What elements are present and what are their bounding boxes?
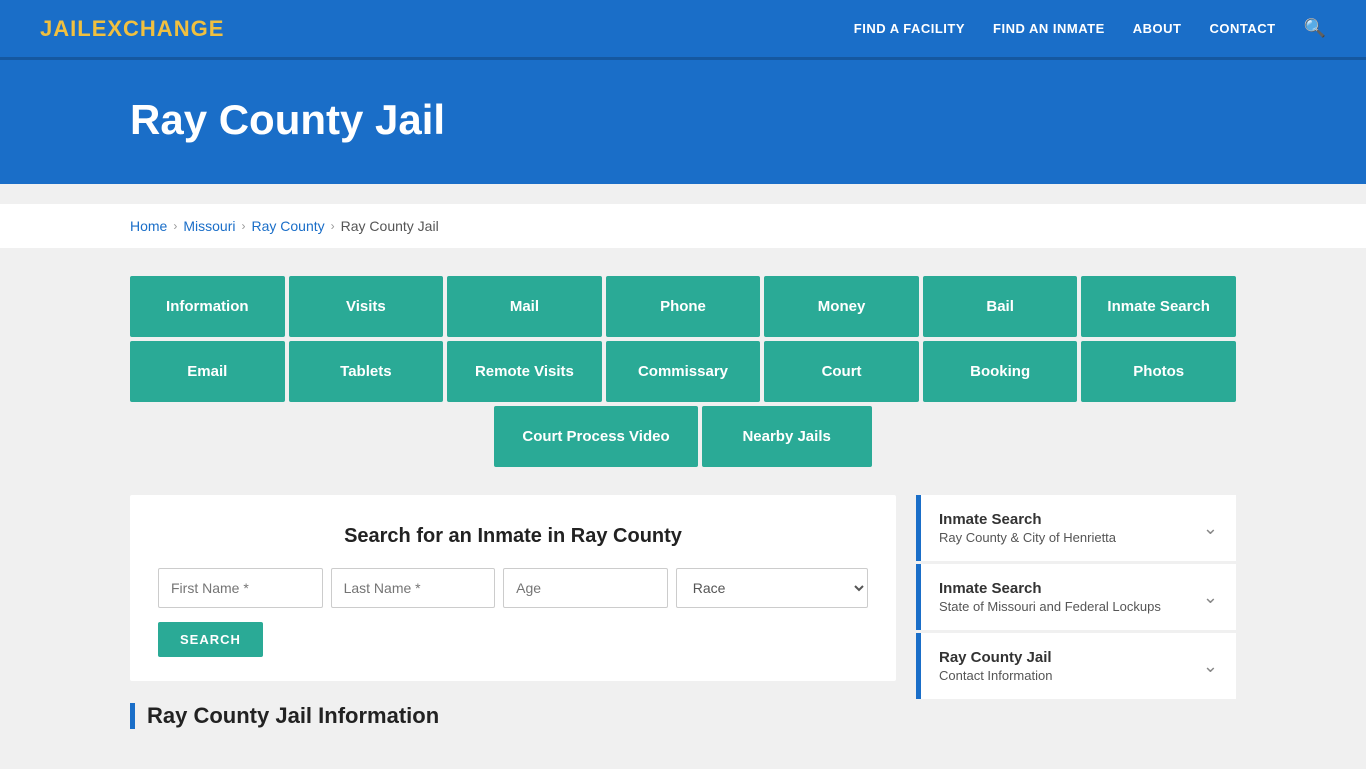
btn-court-process-video[interactable]: Court Process Video <box>494 406 697 467</box>
btn-email[interactable]: Email <box>130 341 285 402</box>
breadcrumb-ray-county[interactable]: Ray County <box>251 218 324 234</box>
sidebar-item-subtitle-1: Ray County & City of Henrietta <box>939 530 1116 545</box>
search-title: Search for an Inmate in Ray County <box>158 525 868 548</box>
btn-court[interactable]: Court <box>764 341 919 402</box>
btn-booking[interactable]: Booking <box>923 341 1078 402</box>
sidebar-item-text-3: Ray County Jail Contact Information <box>939 649 1052 683</box>
breadcrumb-missouri[interactable]: Missouri <box>183 218 235 234</box>
last-name-input[interactable] <box>331 568 496 608</box>
find-facility-link[interactable]: FIND A FACILITY <box>854 21 965 36</box>
search-panel: Search for an Inmate in Ray County Race … <box>130 495 896 681</box>
sidebar-item-text-1: Inmate Search Ray County & City of Henri… <box>939 511 1116 545</box>
first-name-input[interactable] <box>158 568 323 608</box>
btn-phone[interactable]: Phone <box>606 276 761 337</box>
hero-banner: Ray County Jail <box>0 60 1366 184</box>
info-title: Ray County Jail Information <box>130 703 896 729</box>
sidebar-inmate-search-missouri[interactable]: Inmate Search State of Missouri and Fede… <box>916 564 1236 630</box>
navbar: JAILEXCHANGE FIND A FACILITY FIND AN INM… <box>0 0 1366 60</box>
breadcrumb-home[interactable]: Home <box>130 218 167 234</box>
nav-buttons-row3: Court Process Video Nearby Jails <box>130 406 1236 467</box>
breadcrumb: Home › Missouri › Ray County › Ray Count… <box>0 204 1366 248</box>
btn-commissary[interactable]: Commissary <box>606 341 761 402</box>
btn-visits[interactable]: Visits <box>289 276 444 337</box>
btn-tablets[interactable]: Tablets <box>289 341 444 402</box>
breadcrumb-sep-1: › <box>173 219 177 233</box>
sidebar-item-subtitle-2: State of Missouri and Federal Lockups <box>939 599 1161 614</box>
chevron-icon-1: ⌄ <box>1203 518 1218 539</box>
btn-remote-visits[interactable]: Remote Visits <box>447 341 602 402</box>
btn-mail[interactable]: Mail <box>447 276 602 337</box>
breadcrumb-sep-2: › <box>241 219 245 233</box>
btn-money[interactable]: Money <box>764 276 919 337</box>
chevron-icon-3: ⌄ <box>1203 656 1218 677</box>
page-title: Ray County Jail <box>130 96 1236 144</box>
sidebar-item-title-3: Ray County Jail <box>939 649 1052 666</box>
btn-bail[interactable]: Bail <box>923 276 1078 337</box>
sidebar-contact-info[interactable]: Ray County Jail Contact Information ⌄ <box>916 633 1236 699</box>
sidebar-item-title-2: Inmate Search <box>939 580 1161 597</box>
logo-exchange: EXCHANGE <box>92 16 225 41</box>
nav-buttons-row2: Email Tablets Remote Visits Commissary C… <box>130 341 1236 402</box>
sidebar-item-text-2: Inmate Search State of Missouri and Fede… <box>939 580 1161 614</box>
sidebar-item-title-1: Inmate Search <box>939 511 1116 528</box>
btn-nearby-jails[interactable]: Nearby Jails <box>702 406 872 467</box>
age-input[interactable] <box>503 568 668 608</box>
btn-information[interactable]: Information <box>130 276 285 337</box>
logo-jail: JAIL <box>40 16 92 41</box>
search-button[interactable]: SEARCH <box>158 622 263 657</box>
nav-buttons-row1: Information Visits Mail Phone Money Bail… <box>130 276 1236 337</box>
find-inmate-link[interactable]: FIND AN INMATE <box>993 21 1105 36</box>
search-fields: Race White Black Hispanic Asian Native A… <box>158 568 868 608</box>
sidebar: Inmate Search Ray County & City of Henri… <box>916 495 1236 702</box>
about-link[interactable]: ABOUT <box>1133 21 1182 36</box>
breadcrumb-current: Ray County Jail <box>341 218 439 234</box>
nav-links: FIND A FACILITY FIND AN INMATE ABOUT CON… <box>854 18 1326 39</box>
sidebar-inmate-search-ray[interactable]: Inmate Search Ray County & City of Henri… <box>916 495 1236 561</box>
chevron-icon-2: ⌄ <box>1203 587 1218 608</box>
page-body: Home › Missouri › Ray County › Ray Count… <box>0 184 1366 769</box>
search-icon-button[interactable]: 🔍 <box>1304 18 1326 39</box>
sidebar-item-subtitle-3: Contact Information <box>939 668 1052 683</box>
race-select[interactable]: Race White Black Hispanic Asian Native A… <box>676 568 868 608</box>
info-bottom: Ray County Jail Information <box>130 703 896 729</box>
contact-link[interactable]: CONTACT <box>1209 21 1275 36</box>
breadcrumb-sep-3: › <box>331 219 335 233</box>
site-logo[interactable]: JAILEXCHANGE <box>40 16 224 42</box>
btn-inmate-search[interactable]: Inmate Search <box>1081 276 1236 337</box>
btn-photos[interactable]: Photos <box>1081 341 1236 402</box>
lower-section: Search for an Inmate in Ray County Race … <box>130 495 1236 729</box>
